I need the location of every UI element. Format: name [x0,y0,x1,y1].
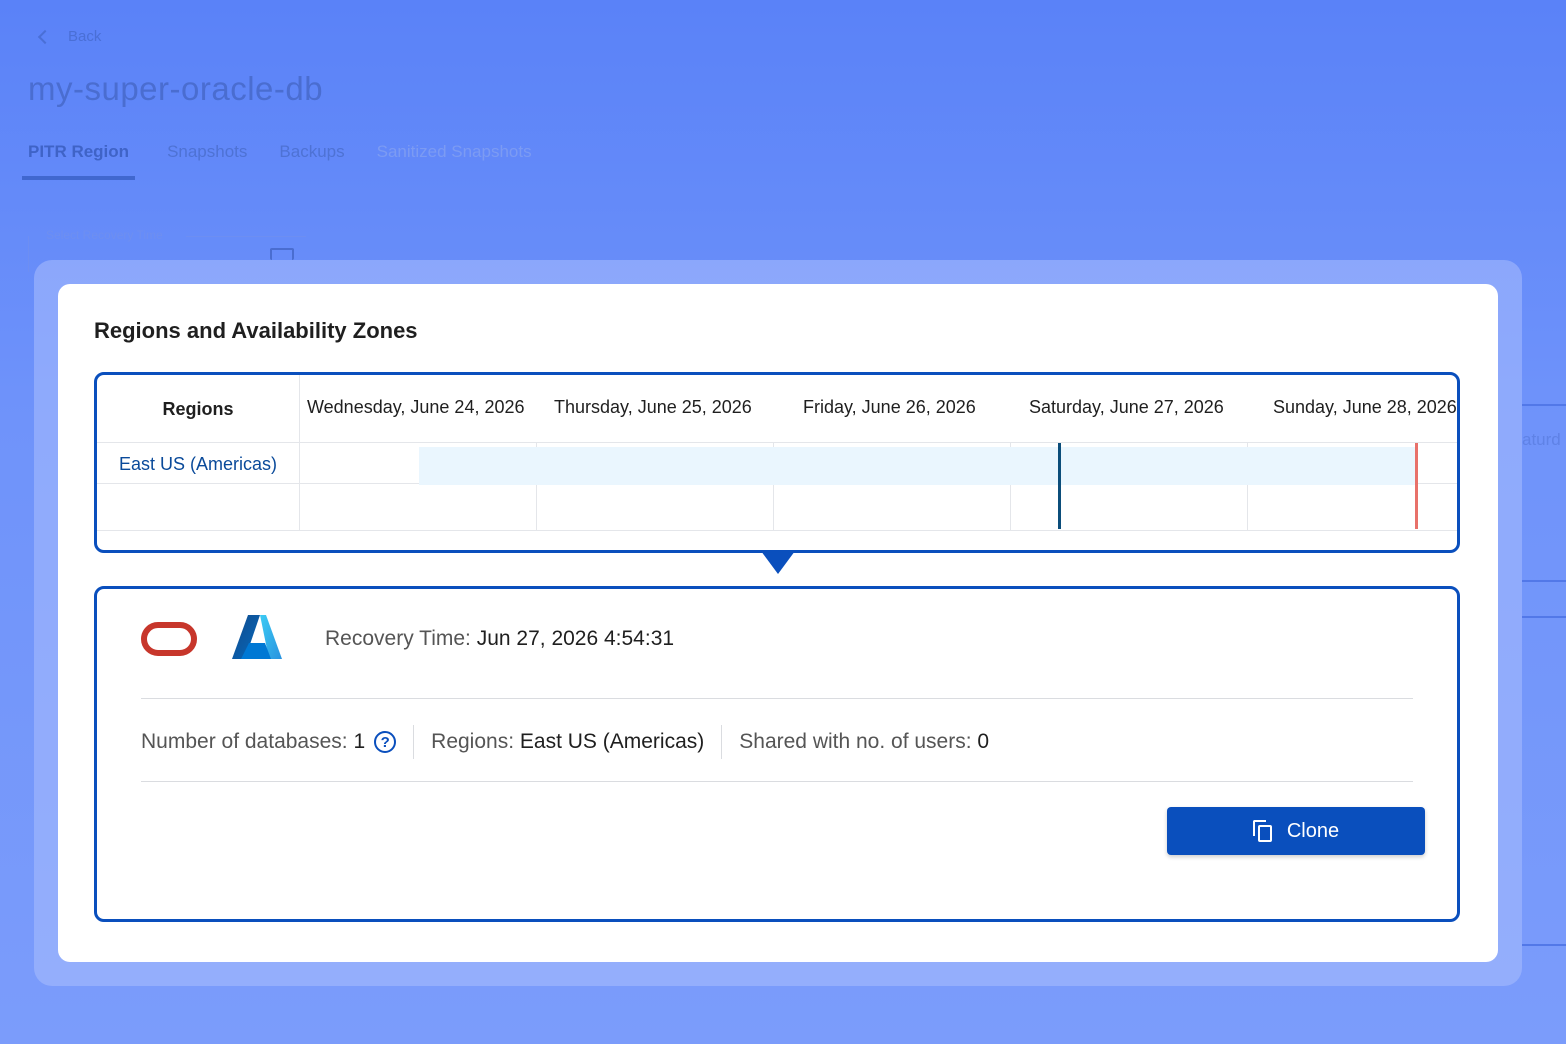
modal-title: Regions and Availability Zones [94,318,418,343]
divider [1522,404,1566,406]
regions-value: East US (Americas) [519,730,705,753]
divider [141,781,1413,782]
tab-sanitized-snapshots[interactable]: Sanitized Snapshots [377,142,532,180]
tab-backups[interactable]: Backups [279,142,344,180]
day-header: Wednesday, June 24, 2026 [307,397,525,417]
shared-users-value: 0 [977,730,990,753]
pointer-arrow [761,551,795,574]
regions-label: Regions: [431,730,515,753]
calendar-icon[interactable] [270,248,294,260]
recovery-detail-card: Recovery Time: Jun 27, 2026 4:54:31 Numb… [94,586,1460,922]
recovery-time-value: Jun 27, 2026 4:54:31 [476,627,675,650]
day-header: Thursday, June 25, 2026 [554,397,752,417]
oracle-logo-icon [141,622,197,656]
database-count-value: 1 [353,730,366,753]
tab-pitr-region[interactable]: PITR Region [22,142,136,180]
divider [1522,580,1566,582]
field-border [28,236,29,272]
shared-users-stat: Shared with no. of users: 0 [739,730,989,754]
recovery-time: Recovery Time: Jun 27, 2026 4:54:31 [325,627,674,651]
divider [721,725,723,759]
grid-line [97,442,1457,443]
divider [141,698,1413,699]
clone-button[interactable]: Clone [1167,807,1425,855]
regions-column-header: Regions [162,398,234,419]
regions-stat: Regions: East US (Americas) [431,730,704,754]
divider [1522,944,1566,946]
back-link[interactable]: Back [36,28,101,45]
clone-button-label: Clone [1286,819,1340,842]
day-header: Saturday, June 27, 2026 [1029,397,1224,417]
divider [1522,616,1566,618]
stats-row: Number of databases: 1 ? Regions: East U… [141,725,989,759]
azure-logo-icon [232,615,282,659]
field-border [186,236,306,237]
day-header: Sunday, June 28, 2026 [1273,397,1457,417]
regions-modal: Regions and Availability Zones Regions W… [58,284,1498,962]
background-day-label: aturd [1522,430,1561,449]
grid-line [299,375,300,531]
selected-time-marker[interactable] [1058,443,1061,529]
current-time-marker [1415,443,1418,529]
page-title: my-super-oracle-db [28,70,324,107]
region-timeline: Regions Wednesday, June 24, 2026 Thursda… [94,372,1460,553]
recovery-time-field-label: Select Recovery Time [46,228,163,242]
tab-bar: PITR Region Snapshots Backups Sanitized … [22,142,532,180]
database-count-label: Number of databases: [141,730,348,753]
database-count: Number of databases: 1 ? [141,730,397,754]
chevron-left-icon [37,29,53,44]
shared-users-label: Shared with no. of users: [739,730,972,753]
grid-line [97,530,1457,531]
day-header: Friday, June 26, 2026 [803,397,976,417]
divider [413,725,415,759]
availability-bar[interactable] [419,447,1417,485]
help-icon[interactable]: ? [374,731,397,753]
back-label: Back [68,28,102,45]
region-row-label[interactable]: East US (Americas) [97,443,299,485]
tab-snapshots[interactable]: Snapshots [167,142,247,180]
copy-icon [1252,820,1273,842]
recovery-time-label: Recovery Time: [325,627,471,650]
